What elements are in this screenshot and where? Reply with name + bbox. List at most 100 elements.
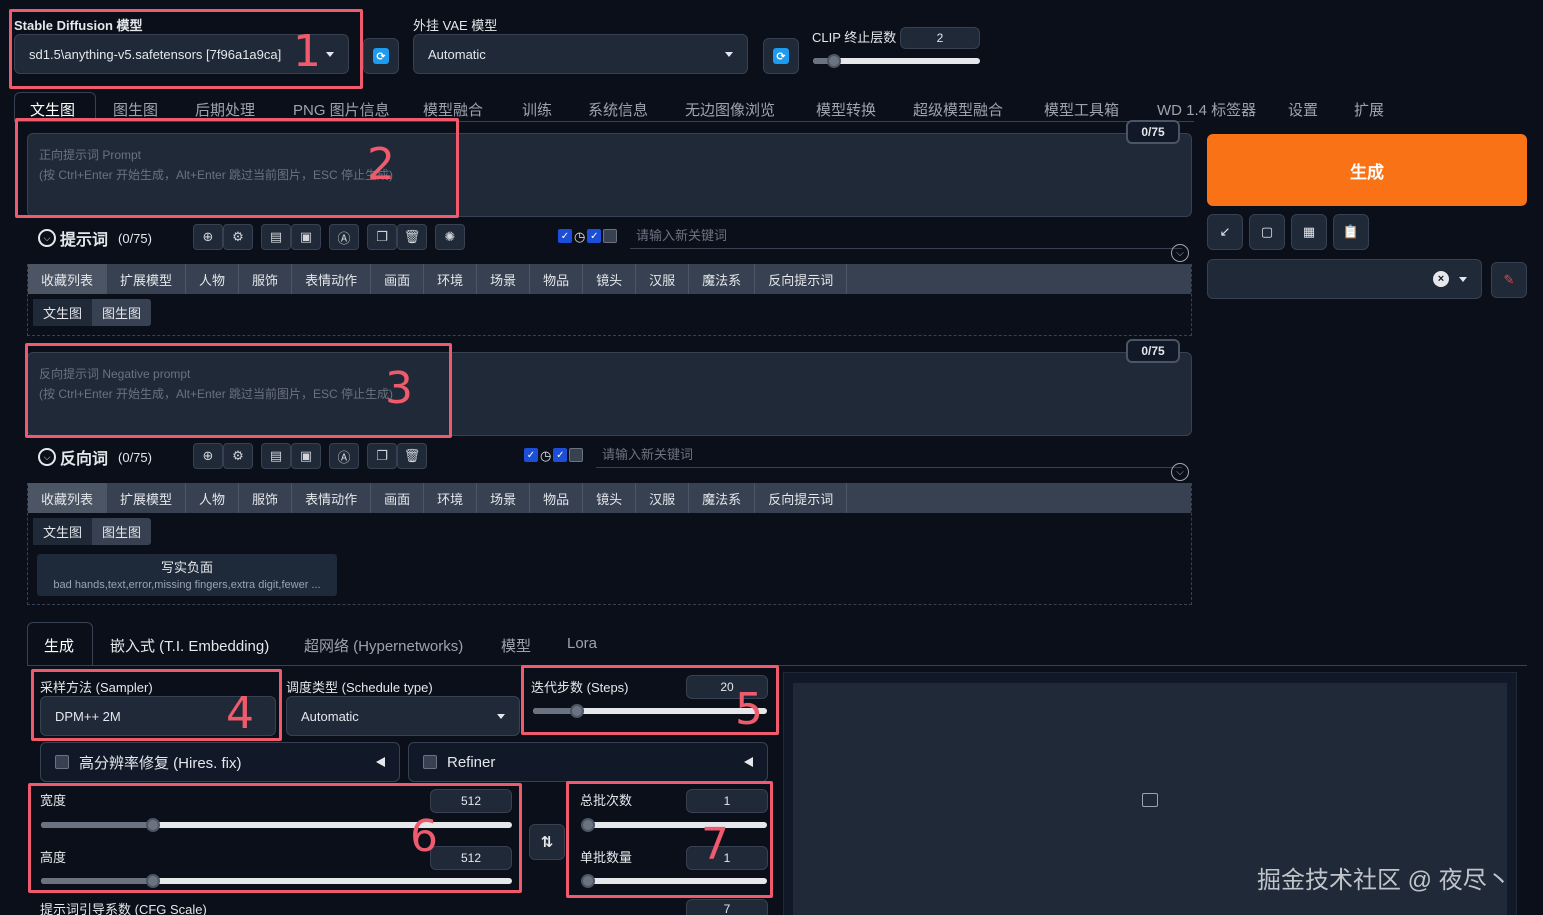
settings-gear-icon[interactable]: ⚙ [223, 443, 253, 469]
cfg-input[interactable]: 7 [686, 899, 768, 915]
subtab-item[interactable]: 文生图 [33, 299, 93, 326]
clip-input[interactable]: 2 [900, 27, 980, 49]
tab-main-2[interactable]: 后期处理 [195, 99, 255, 120]
swap-dimensions-icon[interactable]: ⇅ [529, 824, 565, 860]
clear-icon[interactable]: × [1433, 271, 1449, 287]
trash-icon[interactable]: 🗑 [397, 224, 427, 250]
prompt-keyword-input[interactable]: 请输入新关键词 [630, 225, 1182, 249]
schedule-select[interactable]: Automatic [286, 696, 520, 736]
category-item[interactable]: 服饰 [239, 264, 293, 294]
category-item[interactable]: 物品 [530, 483, 584, 513]
refiner-accordion[interactable]: Refiner [408, 742, 768, 782]
clock-icon[interactable]: ◷ [540, 448, 551, 464]
bookmark-icon[interactable]: ▣ [291, 224, 321, 250]
check-icon[interactable]: ✓ [553, 448, 568, 462]
category-item[interactable]: 人物 [186, 264, 240, 294]
bookmark-icon[interactable]: ▣ [291, 443, 321, 469]
hires-fix-accordion[interactable]: 高分辨率修复 (Hires. fix) [40, 742, 400, 782]
tab-main-4[interactable]: 模型融合 [423, 99, 483, 120]
clipboard-icon[interactable]: 📋 [1333, 214, 1369, 250]
category-item[interactable]: 场景 [477, 264, 531, 294]
tab-main-10[interactable]: 模型工具箱 [1044, 99, 1119, 120]
square-icon[interactable]: ▢ [1249, 214, 1285, 250]
category-item[interactable]: 反向提示词 [755, 264, 848, 294]
negative-keyword-input[interactable]: 请输入新关键词 [596, 444, 1182, 468]
tab-main-7[interactable]: 无边图像浏览 [685, 99, 775, 120]
collapse-icon[interactable]: ⌵ [38, 229, 56, 247]
text-icon[interactable]: Ⓐ [329, 224, 359, 250]
settings-gear-icon[interactable]: ⚙ [223, 224, 253, 250]
tab-main-1[interactable]: 图生图 [113, 99, 158, 120]
category-item[interactable]: 人物 [186, 483, 240, 513]
category-item[interactable]: 反向提示词 [755, 483, 848, 513]
collapse-icon[interactable]: ⌵ [38, 448, 56, 466]
tab-main-11[interactable]: WD 1.4 标签器 [1157, 99, 1256, 120]
vae-select[interactable]: Automatic [413, 34, 748, 74]
category-item[interactable]: 扩展模型 [107, 483, 187, 513]
category-item[interactable]: 汉服 [636, 483, 690, 513]
tab-gen-3[interactable]: 模型 [501, 635, 531, 656]
negative-toolbar-title: 反向词 [60, 451, 109, 468]
category-item[interactable]: 物品 [530, 264, 584, 294]
clip-slider[interactable] [813, 54, 980, 68]
category-item[interactable]: 服饰 [239, 483, 293, 513]
category-item[interactable]: 场景 [477, 483, 531, 513]
translate-globe-icon[interactable]: ⊕ [193, 224, 223, 250]
trash-icon[interactable]: 🗑 [397, 443, 427, 469]
generate-button[interactable]: 生成 [1207, 134, 1527, 206]
category-item[interactable]: 扩展模型 [107, 264, 187, 294]
text-icon[interactable]: Ⓐ [329, 443, 359, 469]
tab-main-3[interactable]: PNG 图片信息 [293, 99, 390, 120]
category-item[interactable]: 魔法系 [689, 483, 756, 513]
clock-icon[interactable]: ◷ [574, 229, 585, 245]
tab-gen-0[interactable]: 生成 [44, 635, 74, 656]
tab-main-12[interactable]: 设置 [1288, 99, 1318, 120]
box-icon[interactable] [569, 448, 584, 462]
subtab-item[interactable]: 文生图 [33, 518, 93, 545]
tab-gen-2[interactable]: 超网络 (Hypernetworks) [304, 635, 463, 656]
tab-main-6[interactable]: 系统信息 [588, 99, 648, 120]
arrow-icon[interactable]: ↙ [1207, 214, 1243, 250]
hires-checkbox[interactable] [55, 755, 69, 769]
category-item[interactable]: 表情动作 [292, 264, 372, 294]
tab-gen-4[interactable]: Lora [567, 635, 597, 652]
openai-icon[interactable]: ✺ [435, 224, 465, 250]
category-item[interactable]: 表情动作 [292, 483, 372, 513]
tab-main-9[interactable]: 超级模型融合 [913, 99, 1003, 120]
history-icon[interactable]: ▤ [261, 443, 291, 469]
category-item[interactable]: 魔法系 [689, 264, 756, 294]
edit-brush-icon[interactable]: ✎ [1491, 262, 1527, 298]
subtab-item[interactable]: 图生图 [92, 518, 151, 545]
expand-icon[interactable]: ⌵ [1171, 244, 1189, 262]
category-item[interactable]: 镜头 [583, 264, 637, 294]
check-icon[interactable]: ✓ [587, 229, 602, 243]
category-item[interactable]: 收藏列表 [28, 483, 108, 513]
check-icon[interactable]: ✓ [524, 448, 538, 462]
box-icon[interactable] [603, 229, 618, 243]
tab-gen-1[interactable]: 嵌入式 (T.I. Embedding) [110, 635, 269, 656]
copy-icon[interactable]: ❐ [367, 443, 397, 469]
category-item[interactable]: 镜头 [583, 483, 637, 513]
copy-icon[interactable]: ❐ [367, 224, 397, 250]
check-icon[interactable]: ✓ [558, 229, 572, 243]
translate-globe-icon[interactable]: ⊕ [193, 443, 223, 469]
trash-icon[interactable]: ▦ [1291, 214, 1327, 250]
category-item[interactable]: 环境 [424, 483, 478, 513]
refresh-model-button[interactable]: ⟳ [363, 38, 399, 74]
refiner-checkbox[interactable] [423, 755, 437, 769]
subtab-item[interactable]: 图生图 [92, 299, 151, 326]
expand-icon[interactable]: ⌵ [1171, 463, 1189, 481]
category-item[interactable]: 画面 [371, 483, 425, 513]
tab-main-13[interactable]: 扩展 [1354, 99, 1384, 120]
tab-main-0[interactable]: 文生图 [30, 99, 75, 120]
style-select[interactable]: × [1207, 259, 1482, 299]
refresh-vae-button[interactable]: ⟳ [763, 38, 799, 74]
category-item[interactable]: 环境 [424, 264, 478, 294]
category-item[interactable]: 收藏列表 [28, 264, 108, 294]
category-item[interactable]: 汉服 [636, 264, 690, 294]
tab-main-8[interactable]: 模型转换 [816, 99, 876, 120]
tab-main-5[interactable]: 训练 [522, 99, 552, 120]
category-item[interactable]: 画面 [371, 264, 425, 294]
preset-card[interactable]: 写实负面 bad hands,text,error,missing finger… [37, 554, 337, 596]
history-icon[interactable]: ▤ [261, 224, 291, 250]
